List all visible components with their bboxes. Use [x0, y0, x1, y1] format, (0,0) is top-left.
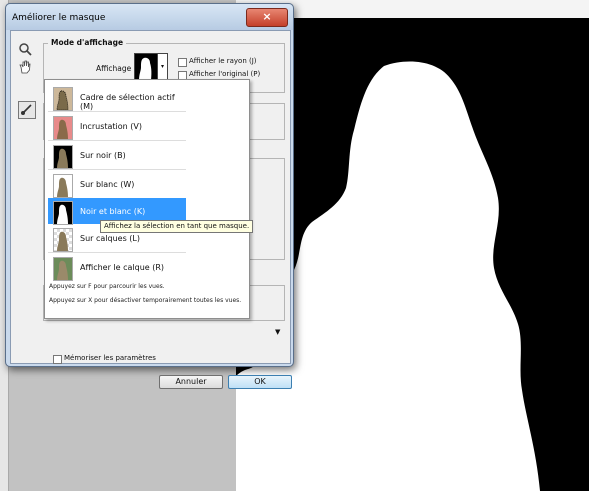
refine-radius-brush-icon[interactable] — [18, 101, 36, 119]
overlay-thumb-icon — [53, 116, 73, 140]
popup-divider — [48, 169, 186, 170]
view-item-overlay[interactable]: Incrustation (V) — [48, 113, 186, 140]
view-item-on-black[interactable]: Sur noir (B) — [48, 142, 186, 169]
hand-tool-icon[interactable] — [17, 59, 33, 75]
view-item-label: Sur blanc (W) — [80, 180, 135, 189]
zoom-tool-icon[interactable] — [17, 41, 33, 57]
remember-settings-label: Mémoriser les paramètres — [64, 354, 156, 362]
close-button[interactable]: × — [246, 8, 288, 27]
view-mode-legend: Mode d'affichage — [48, 38, 127, 47]
black-white-thumb-icon — [53, 201, 73, 225]
view-item-label: Sur calques (L) — [80, 234, 140, 243]
view-dropdown-arrow-icon[interactable]: ▾ — [157, 53, 168, 81]
close-icon: × — [262, 10, 272, 23]
help-text-disable: Appuyez sur X pour désactiver temporaire… — [49, 297, 242, 304]
view-item-label: Cadre de sélection actif (M) — [80, 93, 175, 111]
ok-button[interactable]: OK — [228, 375, 292, 389]
view-item-label: Incrustation (V) — [80, 122, 142, 131]
tooltip: Affichez la sélection en tant que masque… — [100, 220, 254, 233]
show-original-label: Afficher l'original (P) — [189, 70, 261, 78]
popup-divider — [48, 111, 186, 112]
show-radius-label: Afficher le rayon (J) — [189, 57, 257, 65]
view-mode-popup: Cadre de sélection actif (M) Incrustatio… — [44, 79, 250, 319]
view-item-reveal-layer[interactable]: Afficher le calque (R) — [48, 254, 186, 281]
popup-divider — [48, 140, 186, 141]
dialog-titlebar[interactable]: Améliorer le masque × — [6, 4, 293, 30]
view-item-marching-ants[interactable]: Cadre de sélection actif (M) — [48, 84, 186, 111]
view-item-label: Sur noir (B) — [80, 151, 126, 160]
output-dropdown-arrow-icon[interactable]: ▼ — [275, 328, 280, 336]
view-item-label: Noir et blanc (K) — [80, 207, 146, 216]
remember-settings-checkbox[interactable] — [53, 355, 62, 364]
dialog-title: Améliorer le masque — [12, 13, 106, 23]
show-radius-checkbox[interactable] — [178, 58, 187, 67]
on-white-thumb-icon — [53, 174, 73, 198]
view-thumbnail[interactable] — [134, 53, 158, 81]
popup-divider — [48, 252, 186, 253]
on-layers-thumb-icon — [53, 228, 73, 252]
marching-ants-thumb-icon — [53, 87, 73, 111]
view-item-label: Afficher le calque (R) — [80, 263, 165, 272]
reveal-layer-thumb-icon — [53, 257, 73, 281]
help-text-cycle: Appuyez sur F pour parcourir les vues. — [49, 283, 165, 290]
view-label: Affichage : — [96, 64, 137, 73]
cancel-button[interactable]: Annuler — [159, 375, 223, 389]
view-item-on-white[interactable]: Sur blanc (W) — [48, 171, 186, 198]
on-black-thumb-icon — [53, 145, 73, 169]
